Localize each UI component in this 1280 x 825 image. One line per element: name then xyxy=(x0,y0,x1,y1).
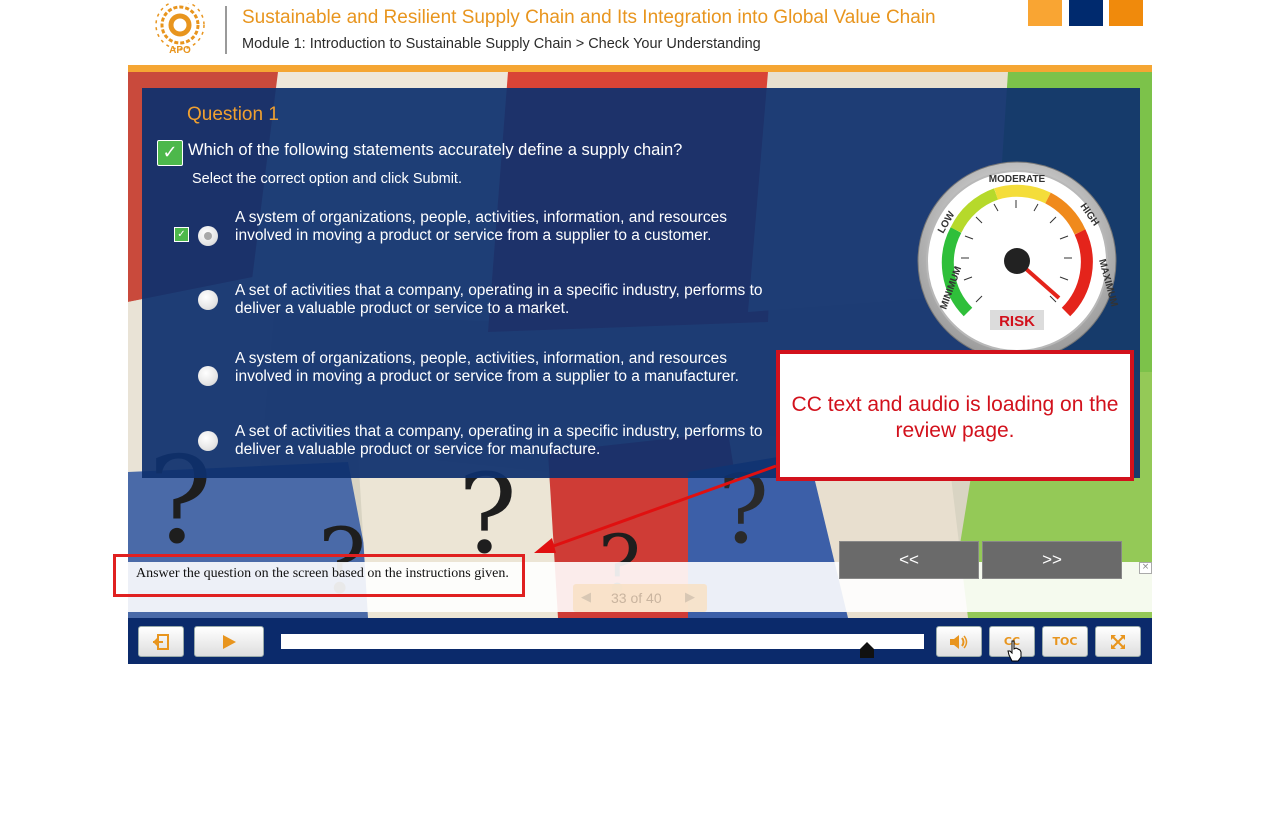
callout-text: CC text and audio is loading on the revi… xyxy=(791,393,1119,442)
slide-pager: ◀ 33 of 40 ▶ xyxy=(573,584,707,612)
exit-icon xyxy=(153,634,169,650)
svg-text:MODERATE: MODERATE xyxy=(989,174,1046,185)
audio-button[interactable] xyxy=(936,626,982,657)
option-2-text[interactable]: A set of activities that a company, oper… xyxy=(235,282,770,318)
caption-text: Answer the question on the screen based … xyxy=(136,566,509,581)
play-icon xyxy=(223,635,236,649)
header: APO Sustainable and Resilient Supply Cha… xyxy=(128,0,1152,66)
exit-button[interactable] xyxy=(138,626,184,657)
player-control-bar: CC TOC xyxy=(128,618,1152,664)
next-button[interactable]: >> xyxy=(982,541,1122,579)
toc-button[interactable]: TOC xyxy=(1042,626,1088,657)
question-check-icon: ✓ xyxy=(157,140,183,166)
pager-next-icon[interactable]: ▶ xyxy=(685,590,695,605)
option-3-radio[interactable] xyxy=(198,366,218,386)
risk-gauge-icon: MINIMUM LOW MODERATE HIGH MAXIMUM RISK xyxy=(917,161,1119,360)
svg-text:RISK: RISK xyxy=(999,313,1035,330)
fullscreen-button[interactable] xyxy=(1095,626,1141,657)
svg-text:APO: APO xyxy=(169,45,191,55)
apo-logo: APO xyxy=(152,0,208,56)
option-4-radio[interactable] xyxy=(198,431,218,451)
breadcrumb: Module 1: Introduction to Sustainable Su… xyxy=(242,36,761,52)
pager-text: 33 of 40 xyxy=(611,590,662,606)
play-button[interactable] xyxy=(194,626,264,657)
question-instruction: Select the correct option and click Subm… xyxy=(192,171,462,187)
course-title: Sustainable and Resilient Supply Chain a… xyxy=(242,7,936,28)
hand-cursor-icon xyxy=(1007,640,1022,662)
swatch-light-orange xyxy=(1028,0,1062,26)
correct-answer-check-icon: ✓ xyxy=(174,227,189,242)
option-1-text[interactable]: A system of organizations, people, activ… xyxy=(235,209,770,245)
previous-button[interactable]: << xyxy=(839,541,979,579)
swatch-orange xyxy=(1109,0,1143,26)
question-text: Which of the following statements accura… xyxy=(188,141,683,159)
header-accent-line xyxy=(128,65,1152,72)
swatch-navy xyxy=(1069,0,1103,26)
header-divider xyxy=(225,6,227,54)
option-2-radio[interactable] xyxy=(198,290,218,310)
speaker-icon xyxy=(950,635,968,649)
option-1-radio[interactable] xyxy=(198,226,218,246)
playhead-icon[interactable] xyxy=(860,642,874,658)
slide-stage: ? ? ? ? ? Question 1 ✓ Which of the foll… xyxy=(128,72,1152,618)
caption-close-icon[interactable]: × xyxy=(1139,562,1152,574)
expand-icon xyxy=(1111,635,1125,649)
option-3-text[interactable]: A system of organizations, people, activ… xyxy=(235,350,770,386)
pager-prev-icon[interactable]: ◀ xyxy=(581,590,591,605)
loading-callout: CC text and audio is loading on the revi… xyxy=(776,350,1134,481)
option-4-text[interactable]: A set of activities that a company, oper… xyxy=(235,423,770,459)
question-number: Question 1 xyxy=(187,104,279,125)
progress-bar[interactable] xyxy=(281,634,924,649)
